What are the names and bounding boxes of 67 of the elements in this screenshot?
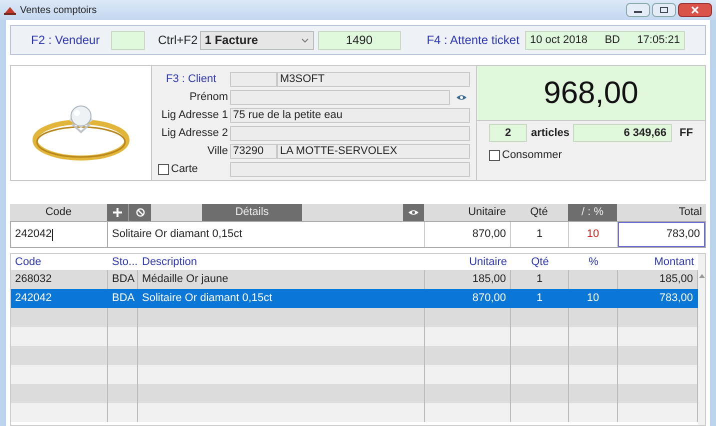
number-field[interactable]: 1490 (318, 30, 401, 50)
article-count-field: 2 (489, 124, 527, 142)
discount-field[interactable]: 10 (569, 222, 618, 247)
unit-price-field[interactable]: 870,00 (425, 222, 511, 247)
document-type-dropdown[interactable]: 1 Facture (200, 30, 314, 50)
quantity-field[interactable]: 1 (511, 222, 569, 247)
eye-icon[interactable] (456, 94, 467, 100)
discount-header: / : % (568, 204, 617, 221)
eye-icon (408, 209, 419, 216)
plus-icon (113, 208, 122, 217)
cancel-button[interactable] (129, 204, 151, 221)
table-row[interactable]: 268032 BDA Médaille Or jaune 185,00 1 185,00 (11, 270, 698, 289)
address1-label: Lig Adresse 1 (160, 108, 229, 123)
details-button[interactable]: Détails (202, 204, 302, 221)
hold-ticket-link[interactable]: F4 : Attente ticket (426, 31, 520, 49)
vendeur-field[interactable] (111, 30, 145, 50)
caret-icon (300, 38, 309, 42)
column-header[interactable]: Montant (618, 254, 698, 270)
code-header: Code (44, 205, 73, 220)
checkbox[interactable] (158, 164, 169, 174)
minimize-button[interactable] (626, 3, 650, 17)
description-field[interactable]: Solitaire Or diamant 0,15ct (108, 222, 425, 247)
prohibited-icon (136, 208, 144, 217)
postcode-field[interactable]: 73290 (230, 144, 277, 158)
city-field[interactable]: LA MOTTE-SERVOLEX (277, 144, 470, 158)
date-text: 10 oct 2018 (530, 32, 588, 48)
first-name-field[interactable] (230, 90, 450, 104)
client-code-field[interactable] (230, 72, 277, 86)
column-header[interactable]: Qté (511, 254, 569, 270)
app-icon (4, 5, 16, 15)
total-field[interactable]: 783,00 (618, 222, 705, 247)
column-header[interactable]: Code (11, 254, 108, 270)
checkbox[interactable] (489, 150, 500, 161)
vendeur-link[interactable]: F2 : Vendeur (31, 31, 111, 49)
card-checkbox[interactable]: Carte (158, 160, 230, 178)
column-header[interactable]: Description (138, 254, 425, 270)
first-name-label: Prénom (188, 90, 229, 105)
client-link[interactable]: F3 : Client (158, 70, 226, 88)
shortcut-label: Ctrl+F2 (158, 32, 198, 49)
close-icon (691, 6, 699, 14)
user-text: BD (604, 32, 620, 48)
client-name-field[interactable]: M3SOFT (277, 72, 470, 86)
add-button[interactable] (107, 204, 129, 221)
unit-header: Unitaire (467, 205, 507, 220)
close-button[interactable] (678, 3, 712, 17)
column-header[interactable]: % (569, 254, 618, 270)
view-button[interactable] (403, 204, 424, 221)
column-header[interactable]: Unitaire (425, 254, 511, 270)
address2-field[interactable] (230, 126, 470, 140)
address2-label: Lig Adresse 2 (160, 126, 229, 141)
scrollbar[interactable] (698, 254, 705, 425)
window-title: Ventes comptoirs (20, 4, 97, 18)
qty-header: Qté (529, 205, 549, 220)
city-label: Ville (206, 144, 229, 159)
time-text: 17:05:21 (637, 32, 680, 48)
code-input[interactable]: 242042 (11, 222, 108, 247)
maximize-button[interactable] (652, 3, 676, 17)
table-row[interactable]: 242042 BDA Solitaire Or diamant 0,15ct 870,00 1 10 783,00 (11, 289, 698, 308)
articles-label: articles (531, 126, 570, 141)
total-display: 968,00 (477, 66, 705, 121)
currency-label: FF (680, 126, 693, 141)
column-header[interactable]: Sto... (108, 254, 138, 270)
other-total-field: 6 349,66 (572, 124, 672, 142)
total-header: Total (678, 205, 703, 220)
consume-checkbox[interactable]: Consommer (489, 147, 693, 164)
card-field[interactable] (230, 162, 470, 176)
address1-field[interactable]: 75 rue de la petite eau (230, 108, 470, 122)
